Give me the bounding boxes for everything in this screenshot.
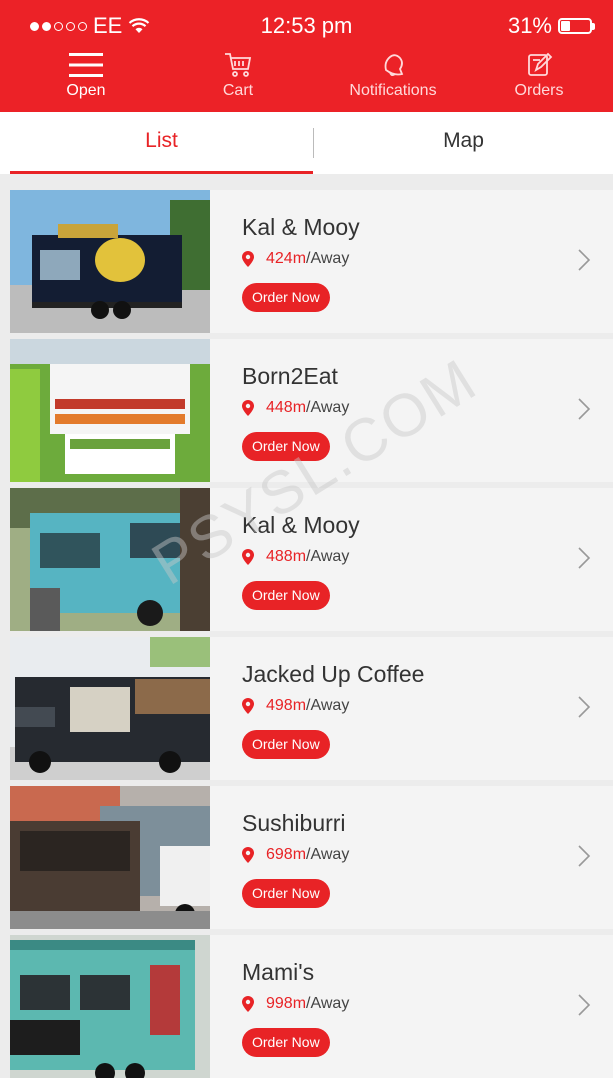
order-now-button[interactable]: Order Now [242,879,330,908]
truck-info: Sushiburri 698m/Away Order Now [242,786,613,929]
orders-icon [479,48,599,82]
location-pin-icon [242,251,254,267]
distance-suffix: /Away [306,250,350,267]
tab-list[interactable]: List [10,112,313,174]
truck-photo [10,786,210,929]
location-pin-icon [242,400,254,416]
truck-distance: 698m/Away [242,846,349,864]
truck-info: Kal & Mooy 424m/Away Order Now [242,190,613,333]
distance-suffix: /Away [306,399,350,416]
distance-suffix: /Away [306,697,350,714]
distance-value: 424m [266,250,307,267]
battery-percent: 31% [507,13,552,38]
truck-row[interactable]: Born2Eat 448m/Away Order Now [10,339,613,482]
distance-suffix: /Away [306,846,350,863]
nav-notifications[interactable]: Notifications [333,48,453,110]
nav-notifications-label: Notifications [349,82,437,99]
chevron-right-icon [578,398,591,420]
truck-photo [10,637,210,780]
view-tabs: List Map [0,112,613,174]
bell-icon [333,48,453,82]
distance-value: 498m [266,697,307,714]
truck-info: Kal & Mooy 488m/Away Order Now [242,488,613,631]
menu-icon [26,48,146,82]
truck-distance: 448m/Away [242,399,349,417]
top-nav: Open Cart Notifications Orders [0,48,613,110]
truck-info: Mami's 998m/Away Order Now [242,935,613,1078]
truck-name: Jacked Up Coffee [242,661,425,687]
distance-value: 448m [266,399,307,416]
chevron-right-icon [578,994,591,1016]
truck-info: Jacked Up Coffee 498m/Away Order Now [242,637,613,780]
truck-name: Mami's [242,959,315,985]
nav-orders[interactable]: Orders [479,48,599,110]
distance-suffix: /Away [306,995,350,1012]
truck-row[interactable]: Kal & Mooy 424m/Away Order Now [10,190,613,333]
truck-row[interactable]: Mami's 998m/Away Order Now [10,935,613,1078]
chevron-right-icon [578,249,591,271]
nav-open-label: Open [66,82,106,99]
order-now-button[interactable]: Order Now [242,1028,330,1057]
order-now-button[interactable]: Order Now [242,581,330,610]
battery-icon [558,18,595,34]
truck-info: Born2Eat 448m/Away Order Now [242,339,613,482]
distance-value: 698m [266,846,307,863]
truck-row[interactable]: Jacked Up Coffee 498m/Away Order Now [10,637,613,780]
truck-name: Born2Eat [242,363,338,389]
cart-icon [178,48,298,82]
distance-value: 488m [266,548,307,565]
truck-distance: 488m/Away [242,548,349,566]
location-pin-icon [242,996,254,1012]
battery-info: 31% [508,13,595,39]
truck-name: Sushiburri [242,810,346,836]
order-now-button[interactable]: Order Now [242,432,330,461]
truck-distance: 998m/Away [242,995,349,1013]
nav-orders-label: Orders [514,82,564,99]
status-bar: EE 12:53 pm 31% [0,0,613,50]
truck-distance: 498m/Away [242,697,349,715]
chevron-right-icon [578,696,591,718]
location-pin-icon [242,549,254,565]
nav-cart[interactable]: Cart [178,48,298,110]
nav-open[interactable]: Open [26,48,146,110]
tab-map[interactable]: Map [314,112,613,174]
tab-divider [313,128,314,158]
truck-photo [10,488,210,631]
order-now-button[interactable]: Order Now [242,283,330,312]
chevron-right-icon [578,547,591,569]
truck-row[interactable]: Sushiburri 698m/Away Order Now [10,786,613,929]
truck-distance: 424m/Away [242,250,349,268]
app-header: EE 12:53 pm 31% Open Cart Notifications … [0,0,613,112]
location-pin-icon [242,698,254,714]
distance-suffix: /Away [306,548,350,565]
distance-value: 998m [266,995,307,1012]
truck-name: Kal & Mooy [242,214,360,240]
truck-photo [10,935,210,1078]
order-now-button[interactable]: Order Now [242,730,330,759]
truck-name: Kal & Mooy [242,512,360,538]
truck-photo [10,190,210,333]
chevron-right-icon [578,845,591,867]
truck-photo [10,339,210,482]
tab-active-indicator [10,171,313,174]
truck-row[interactable]: Kal & Mooy 488m/Away Order Now [10,488,613,631]
nav-cart-label: Cart [222,82,254,99]
location-pin-icon [242,847,254,863]
